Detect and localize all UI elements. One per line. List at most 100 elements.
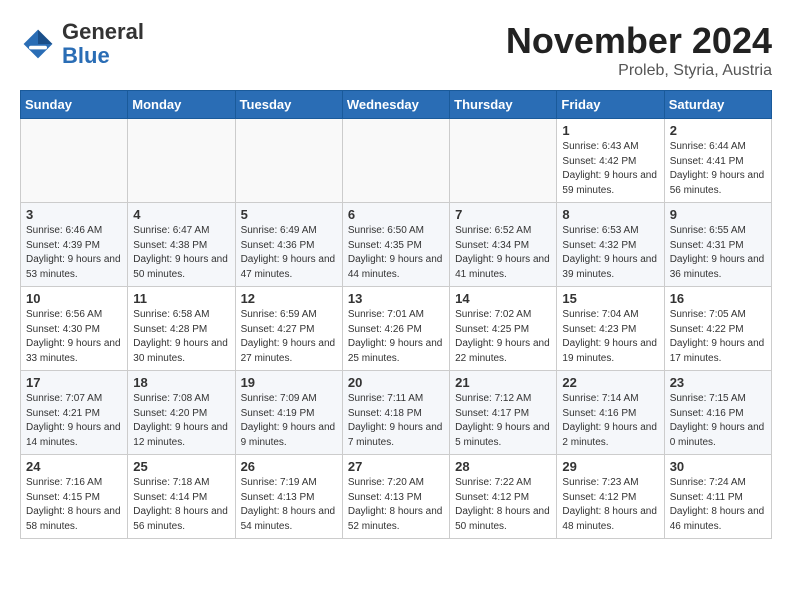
day-number: 5 xyxy=(241,207,337,222)
calendar-cell: 15 Sunrise: 7:04 AM Sunset: 4:23 PM Dayli… xyxy=(557,287,664,371)
page-header: General Blue November 2024 Proleb, Styri… xyxy=(20,20,772,80)
day-number: 1 xyxy=(562,123,658,138)
calendar-header: SundayMondayTuesdayWednesdayThursdayFrid… xyxy=(21,91,772,119)
day-info: Sunrise: 6:44 AM Sunset: 4:41 PM Dayligh… xyxy=(670,140,766,198)
day-number: 16 xyxy=(670,291,766,306)
calendar-cell: 10 Sunrise: 6:56 AM Sunset: 4:30 PM Dayli… xyxy=(21,287,128,371)
calendar-cell: 8 Sunrise: 6:53 AM Sunset: 4:32 PM Daylig… xyxy=(557,203,664,287)
day-info: Sunrise: 7:12 AM Sunset: 4:17 PM Dayligh… xyxy=(455,392,551,450)
day-number: 27 xyxy=(348,459,444,474)
calendar-cell: 29Sunrise: 7:23 AM Sunset: 4:12 PM Dayli… xyxy=(557,455,664,539)
day-info: Sunrise: 7:16 AM Sunset: 4:15 PM Dayligh… xyxy=(26,476,122,534)
calendar-cell xyxy=(235,119,342,203)
day-info: Sunrise: 6:53 AM Sunset: 4:32 PM Dayligh… xyxy=(562,224,658,282)
day-info: Sunrise: 6:47 AM Sunset: 4:38 PM Dayligh… xyxy=(133,224,229,282)
header-day-monday: Monday xyxy=(128,91,235,119)
calendar-cell: 22Sunrise: 7:14 AM Sunset: 4:16 PM Dayli… xyxy=(557,371,664,455)
day-number: 11 xyxy=(133,291,229,306)
day-info: Sunrise: 7:01 AM Sunset: 4:26 PM Dayligh… xyxy=(348,308,444,366)
day-info: Sunrise: 7:11 AM Sunset: 4:18 PM Dayligh… xyxy=(348,392,444,450)
day-number: 4 xyxy=(133,207,229,222)
day-info: Sunrise: 7:07 AM Sunset: 4:21 PM Dayligh… xyxy=(26,392,122,450)
day-number: 6 xyxy=(348,207,444,222)
week-row-4: 17Sunrise: 7:07 AM Sunset: 4:21 PM Dayli… xyxy=(21,371,772,455)
day-number: 28 xyxy=(455,459,551,474)
day-number: 22 xyxy=(562,375,658,390)
day-number: 30 xyxy=(670,459,766,474)
day-info: Sunrise: 7:19 AM Sunset: 4:13 PM Dayligh… xyxy=(241,476,337,534)
calendar-cell: 28 Sunrise: 7:22 AM Sunset: 4:12 PM Dayli… xyxy=(450,455,557,539)
day-info: Sunrise: 7:04 AM Sunset: 4:23 PM Dayligh… xyxy=(562,308,658,366)
day-number: 18 xyxy=(133,375,229,390)
day-info: Sunrise: 7:24 AM Sunset: 4:11 PM Dayligh… xyxy=(670,476,766,534)
calendar-table: SundayMondayTuesdayWednesdayThursdayFrid… xyxy=(20,90,772,539)
day-info: Sunrise: 6:56 AM Sunset: 4:30 PM Dayligh… xyxy=(26,308,122,366)
week-row-1: 1 Sunrise: 6:43 AM Sunset: 4:42 PM Daylig… xyxy=(21,119,772,203)
day-number: 24 xyxy=(26,459,122,474)
calendar-cell: 14 Sunrise: 7:02 AM Sunset: 4:25 PM Dayli… xyxy=(450,287,557,371)
day-info: Sunrise: 6:52 AM Sunset: 4:34 PM Dayligh… xyxy=(455,224,551,282)
day-info: Sunrise: 6:49 AM Sunset: 4:36 PM Dayligh… xyxy=(241,224,337,282)
logo-general: General xyxy=(62,19,144,44)
day-number: 15 xyxy=(562,291,658,306)
day-number: 14 xyxy=(455,291,551,306)
day-info: Sunrise: 6:43 AM Sunset: 4:42 PM Dayligh… xyxy=(562,140,658,198)
header-day-tuesday: Tuesday xyxy=(235,91,342,119)
day-number: 20 xyxy=(348,375,444,390)
calendar-cell: 6 Sunrise: 6:50 AM Sunset: 4:35 PM Daylig… xyxy=(342,203,449,287)
day-number: 23 xyxy=(670,375,766,390)
day-info: Sunrise: 7:15 AM Sunset: 4:16 PM Dayligh… xyxy=(670,392,766,450)
calendar-cell: 13 Sunrise: 7:01 AM Sunset: 4:26 PM Dayli… xyxy=(342,287,449,371)
calendar-cell xyxy=(450,119,557,203)
calendar-cell: 9 Sunrise: 6:55 AM Sunset: 4:31 PM Daylig… xyxy=(664,203,771,287)
calendar-cell: 5 Sunrise: 6:49 AM Sunset: 4:36 PM Daylig… xyxy=(235,203,342,287)
calendar-cell xyxy=(342,119,449,203)
week-row-2: 3 Sunrise: 6:46 AM Sunset: 4:39 PM Daylig… xyxy=(21,203,772,287)
calendar-cell: 24 Sunrise: 7:16 AM Sunset: 4:15 PM Dayli… xyxy=(21,455,128,539)
day-number: 9 xyxy=(670,207,766,222)
header-day-saturday: Saturday xyxy=(664,91,771,119)
calendar-cell: 30 Sunrise: 7:24 AM Sunset: 4:11 PM Dayli… xyxy=(664,455,771,539)
calendar-cell: 25Sunrise: 7:18 AM Sunset: 4:14 PM Dayli… xyxy=(128,455,235,539)
calendar-cell: 16Sunrise: 7:05 AM Sunset: 4:22 PM Dayli… xyxy=(664,287,771,371)
day-number: 10 xyxy=(26,291,122,306)
day-number: 3 xyxy=(26,207,122,222)
day-number: 21 xyxy=(455,375,551,390)
day-info: Sunrise: 6:50 AM Sunset: 4:35 PM Dayligh… xyxy=(348,224,444,282)
day-number: 29 xyxy=(562,459,658,474)
header-day-wednesday: Wednesday xyxy=(342,91,449,119)
day-number: 13 xyxy=(348,291,444,306)
week-row-5: 24 Sunrise: 7:16 AM Sunset: 4:15 PM Dayli… xyxy=(21,455,772,539)
day-info: Sunrise: 6:46 AM Sunset: 4:39 PM Dayligh… xyxy=(26,224,122,282)
day-info: Sunrise: 6:59 AM Sunset: 4:27 PM Dayligh… xyxy=(241,308,337,366)
day-number: 8 xyxy=(562,207,658,222)
day-info: Sunrise: 7:02 AM Sunset: 4:25 PM Dayligh… xyxy=(455,308,551,366)
calendar-cell: 2 Sunrise: 6:44 AM Sunset: 4:41 PM Daylig… xyxy=(664,119,771,203)
calendar-cell: 23 Sunrise: 7:15 AM Sunset: 4:16 PM Dayli… xyxy=(664,371,771,455)
calendar-cell: 11 Sunrise: 6:58 AM Sunset: 4:28 PM Dayli… xyxy=(128,287,235,371)
calendar-cell: 3 Sunrise: 6:46 AM Sunset: 4:39 PM Daylig… xyxy=(21,203,128,287)
week-row-3: 10 Sunrise: 6:56 AM Sunset: 4:30 PM Dayli… xyxy=(21,287,772,371)
day-number: 2 xyxy=(670,123,766,138)
header-day-thursday: Thursday xyxy=(450,91,557,119)
calendar-subtitle: Proleb, Styria, Austria xyxy=(506,62,772,80)
day-info: Sunrise: 7:09 AM Sunset: 4:19 PM Dayligh… xyxy=(241,392,337,450)
calendar-cell: 7Sunrise: 6:52 AM Sunset: 4:34 PM Daylig… xyxy=(450,203,557,287)
logo: General Blue xyxy=(20,20,144,68)
calendar-cell: 1 Sunrise: 6:43 AM Sunset: 4:42 PM Daylig… xyxy=(557,119,664,203)
calendar-cell: 20 Sunrise: 7:11 AM Sunset: 4:18 PM Dayli… xyxy=(342,371,449,455)
day-info: Sunrise: 7:22 AM Sunset: 4:12 PM Dayligh… xyxy=(455,476,551,534)
calendar-cell: 27 Sunrise: 7:20 AM Sunset: 4:13 PM Dayli… xyxy=(342,455,449,539)
day-number: 19 xyxy=(241,375,337,390)
day-number: 26 xyxy=(241,459,337,474)
calendar-cell: 26 Sunrise: 7:19 AM Sunset: 4:13 PM Dayli… xyxy=(235,455,342,539)
day-info: Sunrise: 6:58 AM Sunset: 4:28 PM Dayligh… xyxy=(133,308,229,366)
calendar-cell: 19 Sunrise: 7:09 AM Sunset: 4:19 PM Dayli… xyxy=(235,371,342,455)
header-row: SundayMondayTuesdayWednesdayThursdayFrid… xyxy=(21,91,772,119)
calendar-cell xyxy=(21,119,128,203)
calendar-title: November 2024 xyxy=(506,20,772,62)
day-info: Sunrise: 7:20 AM Sunset: 4:13 PM Dayligh… xyxy=(348,476,444,534)
header-day-friday: Friday xyxy=(557,91,664,119)
header-day-sunday: Sunday xyxy=(21,91,128,119)
day-info: Sunrise: 6:55 AM Sunset: 4:31 PM Dayligh… xyxy=(670,224,766,282)
